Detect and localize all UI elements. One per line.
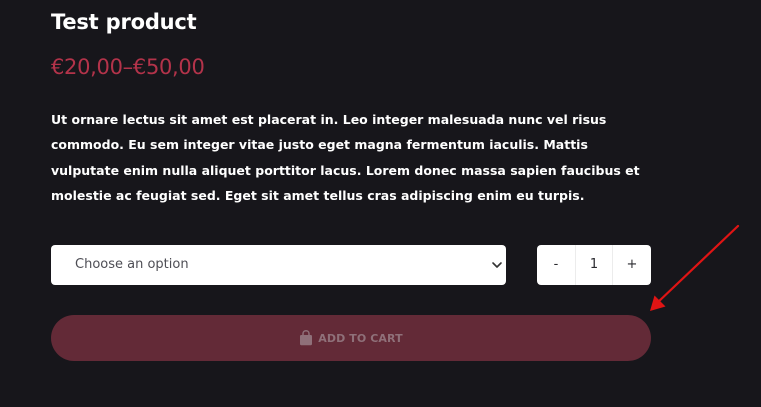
quantity-input[interactable]: 1 — [575, 245, 613, 285]
variation-select[interactable]: Choose an option — [51, 245, 506, 285]
add-to-cart-label: ADD TO CART — [318, 331, 403, 345]
variation-select-value: Choose an option — [75, 257, 189, 272]
quantity-stepper: - 1 + — [537, 245, 651, 285]
product-title: Test product — [51, 10, 197, 34]
quantity-decrease-button[interactable]: - — [537, 245, 575, 285]
add-to-cart-button[interactable]: ADD TO CART — [51, 315, 651, 361]
add-to-cart-content: ADD TO CART — [51, 315, 651, 361]
arrow-annotation-icon — [650, 224, 740, 311]
chevron-down-icon — [492, 262, 502, 268]
product-price: €20,00–€50,00 — [51, 55, 205, 79]
shopping-bag-icon — [300, 329, 313, 345]
product-description: Ut ornare lectus sit amet est placerat i… — [51, 112, 640, 203]
